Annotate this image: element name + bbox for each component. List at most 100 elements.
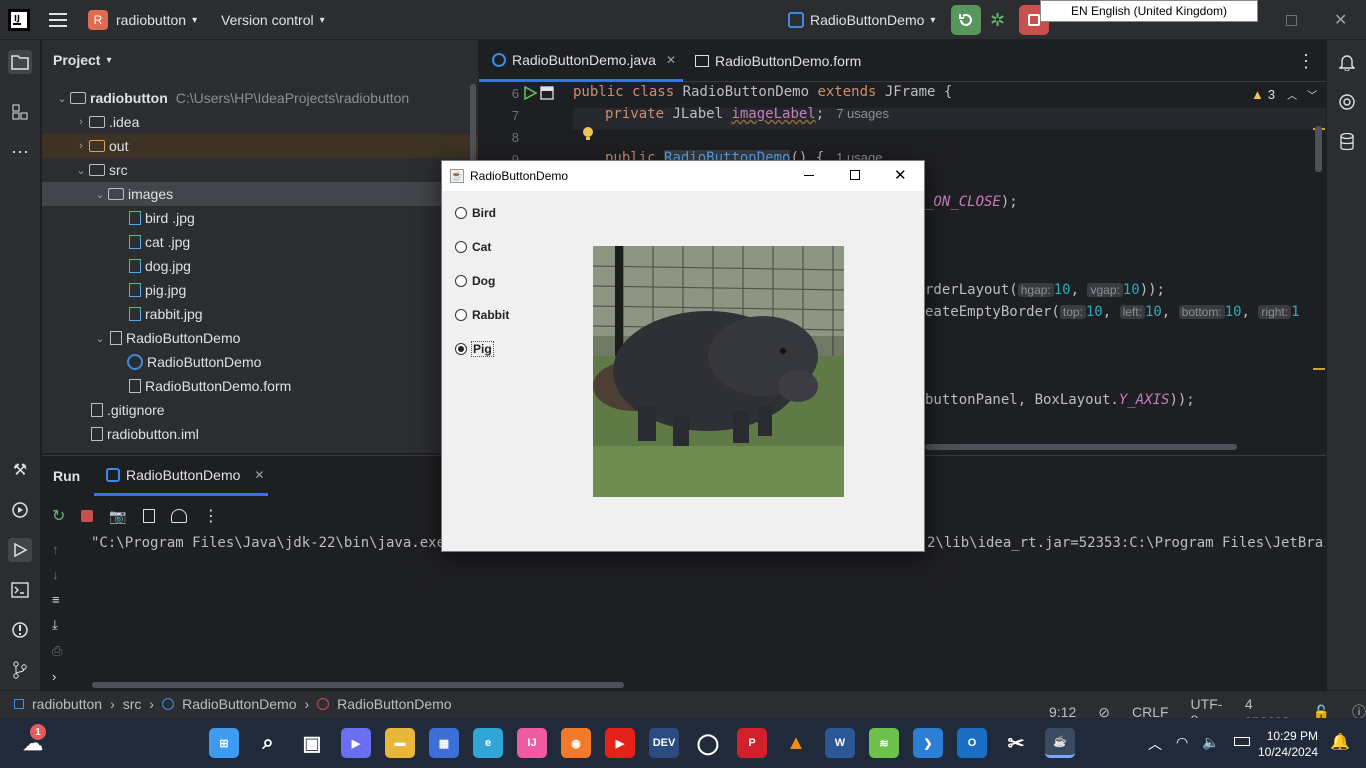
firefox-icon[interactable]: ◉ xyxy=(561,728,591,758)
tree-item[interactable]: rabbit.jpg xyxy=(42,302,478,326)
tree-item[interactable]: › .idea xyxy=(42,110,478,134)
exit-icon[interactable] xyxy=(142,509,155,523)
terminal-tool-icon[interactable] xyxy=(8,578,32,602)
bluestacks-icon[interactable]: ≋ xyxy=(869,728,899,758)
build-tool-icon[interactable]: ⚒ xyxy=(8,458,32,482)
main-menu-icon[interactable] xyxy=(49,0,67,40)
vlc-icon[interactable]: ▲ xyxy=(781,728,811,758)
volume-icon[interactable]: 🔈 xyxy=(1202,734,1219,754)
run-gutter-icon[interactable] xyxy=(523,86,537,100)
stop-icon[interactable] xyxy=(81,510,94,522)
dev-icon[interactable]: DEV xyxy=(649,728,679,758)
tree-item[interactable]: dog.jpg xyxy=(42,254,478,278)
chevron-up-icon[interactable]: ︿ xyxy=(1287,87,1297,102)
close-icon[interactable]: ✕ xyxy=(666,53,676,67)
file-explorer-icon[interactable]: ▬ xyxy=(385,728,415,758)
ai-assistant-icon[interactable] xyxy=(1335,90,1359,114)
project-tool-icon[interactable] xyxy=(8,50,32,74)
soft-wrap-icon[interactable]: ≡ xyxy=(52,592,62,607)
tree-item[interactable]: › out xyxy=(42,134,478,158)
maximize-window-button[interactable] xyxy=(1286,0,1297,40)
tree-item[interactable]: ⌄ images xyxy=(42,182,478,206)
minimize-button[interactable] xyxy=(804,175,814,176)
search-icon[interactable]: ⌕ xyxy=(253,728,283,758)
project-switcher[interactable]: R radiobutton ▾ xyxy=(88,0,197,40)
word-icon[interactable]: W xyxy=(825,728,855,758)
camera-icon[interactable]: 📷 xyxy=(109,508,126,525)
print-icon[interactable]: ⎙ xyxy=(52,643,62,659)
chevron-right-icon[interactable]: › xyxy=(73,140,89,152)
rerun-icon[interactable]: ↻ xyxy=(52,506,65,526)
chevron-down-icon[interactable]: ﹀ xyxy=(1307,87,1317,102)
chevron-right-icon[interactable]: › xyxy=(52,669,62,684)
chevron-down-icon[interactable]: ⌄ xyxy=(92,188,108,201)
battery-icon[interactable] xyxy=(1233,737,1250,746)
weather-widget[interactable]: ☁ 1 xyxy=(18,724,48,758)
tree-item[interactable]: RadioButtonDemo xyxy=(42,350,478,374)
intellij-icon[interactable]: IJ xyxy=(517,728,547,758)
rerun-button[interactable] xyxy=(951,0,981,40)
chevron-down-icon[interactable]: ⌄ xyxy=(92,332,108,345)
maximize-button[interactable] xyxy=(850,170,860,180)
close-icon[interactable]: ✕ xyxy=(254,468,264,482)
editor-vertical-scrollbar[interactable] xyxy=(1315,126,1322,172)
git-tool-icon[interactable] xyxy=(8,658,32,682)
chat-icon[interactable]: ▶ xyxy=(341,728,371,758)
notifications-icon[interactable] xyxy=(1335,50,1359,74)
window-title-bar[interactable]: ☕ RadioButtonDemo ✕ xyxy=(442,161,924,191)
windows-start-icon[interactable]: ⊞ xyxy=(209,728,239,758)
edge-icon[interactable]: e xyxy=(473,728,503,758)
tree-item[interactable]: ⌄ src xyxy=(42,158,478,182)
chevron-down-icon[interactable]: ⌄ xyxy=(54,92,70,105)
breadcrumb-item[interactable]: RadioButtonDemo xyxy=(182,696,296,712)
radio-cat[interactable]: Cat xyxy=(455,238,491,256)
services-tool-icon[interactable] xyxy=(8,498,32,522)
more-icon[interactable]: ⋮ xyxy=(203,506,219,526)
run-config-tab[interactable]: RadioButtonDemo ✕ xyxy=(94,456,268,496)
console-horizontal-scrollbar[interactable] xyxy=(92,682,624,688)
form-gutter-icon[interactable] xyxy=(540,86,554,100)
tab-radiobuttondemo-form[interactable]: RadioButtonDemo.form xyxy=(695,40,861,82)
breadcrumb-item[interactable]: src xyxy=(123,696,142,712)
chevron-up-icon[interactable]: ︿ xyxy=(1148,734,1162,754)
radio-dog[interactable]: Dog xyxy=(455,272,495,290)
radio-indicator[interactable] xyxy=(455,309,467,321)
lightbulb-icon[interactable] xyxy=(581,126,595,142)
chevron-right-icon[interactable]: › xyxy=(73,116,89,128)
store-icon[interactable]: ▦ xyxy=(429,728,459,758)
tab-radiobuttondemo-java[interactable]: RadioButtonDemo.java ✕ xyxy=(479,40,683,82)
problems-tool-icon[interactable] xyxy=(8,618,32,642)
error-stripe-mark[interactable] xyxy=(1313,368,1325,370)
version-control-menu[interactable]: Version control ▾ xyxy=(221,0,325,40)
arrow-up-icon[interactable]: ↑ xyxy=(52,542,62,557)
tree-item[interactable]: ⌄ radiobutton C:\Users\HP\IdeaProjects\rad… xyxy=(42,86,478,110)
notification-bell-icon[interactable]: 🔔 xyxy=(1330,732,1350,752)
profiler-icon[interactable] xyxy=(170,509,187,523)
tree-item[interactable]: .gitignore xyxy=(42,398,478,422)
github-icon[interactable]: ◯ xyxy=(693,728,723,758)
run-config-selector[interactable]: RadioButtonDemo ▾ xyxy=(788,0,935,40)
tree-item[interactable]: cat .jpg xyxy=(42,230,478,254)
radio-rabbit[interactable]: Rabbit xyxy=(455,306,509,324)
radio-pig[interactable]: Pig xyxy=(455,340,494,358)
clock[interactable]: 10:29 PM 10/24/2024 xyxy=(1258,728,1318,760)
pinterest-icon[interactable]: P xyxy=(737,728,767,758)
warnings-indicator[interactable]: ▲ 3 ︿ ﹀ xyxy=(1251,87,1317,102)
chevron-down-icon[interactable]: ⌄ xyxy=(73,164,89,177)
tree-item[interactable]: bird .jpg xyxy=(42,206,478,230)
run-tab-title[interactable]: Run xyxy=(53,468,80,484)
app-logo-icon[interactable]: IJ xyxy=(8,0,30,40)
radio-indicator[interactable] xyxy=(455,343,467,355)
debug-button[interactable]: ✲ xyxy=(990,0,1005,40)
tree-item[interactable]: RadioButtonDemo.form xyxy=(42,374,478,398)
radio-indicator[interactable] xyxy=(455,275,467,287)
java-icon[interactable]: ☕ xyxy=(1045,728,1075,758)
close-button[interactable]: ✕ xyxy=(894,166,907,184)
close-window-button[interactable]: ✕ xyxy=(1334,0,1347,40)
snipping-icon[interactable]: ✂ xyxy=(1001,728,1031,758)
database-icon[interactable] xyxy=(1335,130,1359,154)
breadcrumb-item[interactable]: RadioButtonDemo xyxy=(337,696,451,712)
scroll-to-end-icon[interactable]: ⤓ xyxy=(52,617,62,633)
more-tools-icon[interactable]: ⋯ xyxy=(8,140,32,164)
tree-item[interactable]: ⌄ RadioButtonDemo xyxy=(42,326,478,350)
